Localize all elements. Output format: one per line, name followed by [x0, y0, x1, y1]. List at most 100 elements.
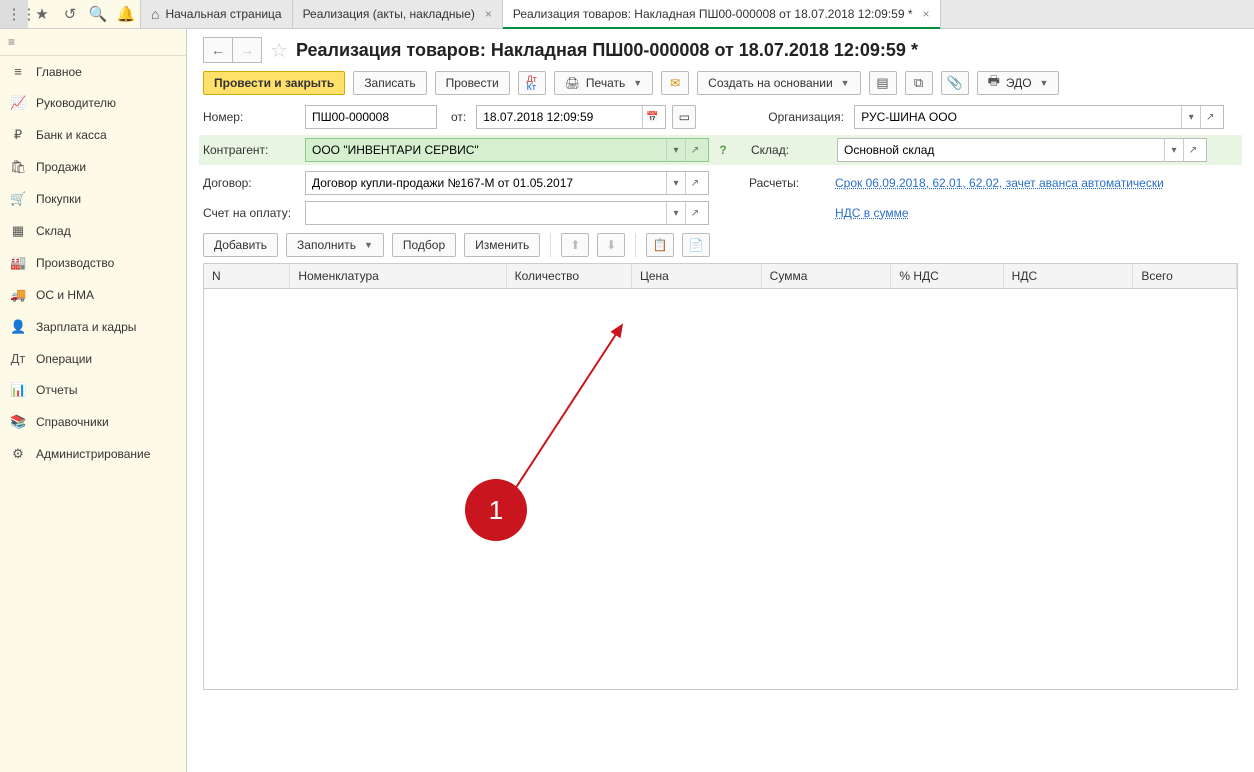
- bell-icon[interactable]: 🔔: [112, 0, 140, 28]
- sidebar-item[interactable]: ▦Склад: [0, 215, 186, 247]
- email-button[interactable]: ✉: [661, 71, 689, 95]
- open-icon[interactable]: ↗: [685, 139, 704, 161]
- sidebar-icon: 📈: [10, 95, 26, 111]
- tab-label: Реализация (акты, накладные): [303, 7, 475, 21]
- sidebar-icon: 📊: [10, 382, 26, 398]
- sidebar-item[interactable]: 📈Руководителю: [0, 87, 186, 119]
- org-input[interactable]: ▾↗: [854, 105, 1224, 129]
- open-icon[interactable]: ↗: [685, 202, 704, 224]
- sidebar-label: Справочники: [36, 415, 109, 429]
- search-icon[interactable]: 🔍: [84, 0, 112, 28]
- table-col[interactable]: Номенклатура: [290, 264, 506, 288]
- table-col[interactable]: % НДС: [891, 264, 1003, 288]
- tabs: ⌂Начальная страницаРеализация (акты, нак…: [141, 0, 941, 28]
- sidebar-item[interactable]: 🛒Покупки: [0, 183, 186, 215]
- save-button[interactable]: Записать: [353, 71, 426, 95]
- table-body[interactable]: [204, 289, 1237, 689]
- from-label: от:: [451, 110, 466, 124]
- raschety-link[interactable]: Срок 06.09.2018, 62.01, 62.02, зачет ава…: [835, 176, 1164, 190]
- tab[interactable]: ⌂Начальная страница: [141, 0, 293, 28]
- sidebar-item[interactable]: ≡Главное: [0, 56, 186, 87]
- date-input[interactable]: 📅: [476, 105, 666, 129]
- sidebar-item[interactable]: ДтОперации: [0, 343, 186, 374]
- nds-link[interactable]: НДС в сумме: [835, 206, 909, 220]
- calendar-icon[interactable]: 📅: [642, 106, 661, 128]
- table-col[interactable]: Цена: [632, 264, 762, 288]
- org-label: Организация:: [768, 110, 848, 124]
- table-col[interactable]: Сумма: [762, 264, 892, 288]
- history-icon[interactable]: ↺: [56, 0, 84, 28]
- attach-button[interactable]: 📎: [941, 71, 969, 95]
- tab[interactable]: Реализация (акты, накладные) ×: [293, 0, 503, 28]
- edo-icon: 🖶: [988, 72, 1000, 94]
- back-button[interactable]: ←: [203, 37, 233, 63]
- tab[interactable]: Реализация товаров: Накладная ПШ00-00000…: [503, 0, 941, 28]
- star-icon[interactable]: ★: [28, 0, 56, 28]
- sklad-label: Склад:: [751, 143, 831, 157]
- sidebar-item[interactable]: ⚙Администрирование: [0, 438, 186, 470]
- sidebar-item[interactable]: 👤Зарплата и кадры: [0, 311, 186, 343]
- form: Номер: от: 📅 ▭ Организация: ▾↗ Контраген…: [203, 105, 1238, 225]
- sidebar-item[interactable]: 🚚ОС и НМА: [0, 279, 186, 311]
- sidebar-item[interactable]: ₽ Банк и касса: [0, 119, 186, 151]
- list-button[interactable]: ▤: [869, 71, 897, 95]
- fill-button[interactable]: Заполнить▼: [286, 233, 384, 257]
- paste-button[interactable]: 📄: [682, 233, 710, 257]
- table-col[interactable]: Количество: [507, 264, 632, 288]
- close-icon[interactable]: ×: [923, 7, 930, 21]
- create-based-button[interactable]: Создать на основании▼: [697, 71, 860, 95]
- pick-button[interactable]: Подбор: [392, 233, 456, 257]
- dropdown-icon[interactable]: ▾: [666, 139, 685, 161]
- help-icon[interactable]: ?: [715, 139, 731, 161]
- contragent-input[interactable]: ▾↗: [305, 138, 709, 162]
- dropdown-icon[interactable]: ▾: [1181, 106, 1200, 128]
- table-header: NНоменклатураКоличествоЦенаСумма% НДСНДС…: [204, 264, 1237, 289]
- table-col[interactable]: Всего: [1133, 264, 1237, 288]
- envelope-icon: ✉: [670, 76, 680, 90]
- edo-button[interactable]: 🖶ЭДО▼: [977, 71, 1060, 95]
- dropdown-icon[interactable]: ▾: [666, 202, 685, 224]
- doc-icon-button[interactable]: ▭: [672, 105, 696, 129]
- open-icon[interactable]: ↗: [1200, 106, 1219, 128]
- sidebar-label: Покупки: [36, 192, 81, 206]
- dogovor-input[interactable]: ▾↗: [305, 171, 709, 195]
- dropdown-icon[interactable]: ▾: [666, 172, 685, 194]
- post-and-close-button[interactable]: Провести и закрыть: [203, 71, 345, 95]
- forward-button[interactable]: →: [233, 37, 262, 63]
- table-col[interactable]: N: [204, 264, 290, 288]
- table-col[interactable]: НДС: [1004, 264, 1134, 288]
- change-button[interactable]: Изменить: [464, 233, 540, 257]
- open-icon[interactable]: ↗: [1183, 139, 1202, 161]
- sidebar-item[interactable]: 🛍Продажи: [0, 151, 186, 183]
- dropdown-icon[interactable]: ▾: [1164, 139, 1183, 161]
- move-up-button[interactable]: ⬆: [561, 233, 589, 257]
- sidebar-toggle[interactable]: ≡: [0, 29, 186, 56]
- post-button[interactable]: Провести: [435, 71, 510, 95]
- sidebar-label: Банк и касса: [36, 128, 107, 142]
- close-icon[interactable]: ×: [485, 7, 492, 21]
- apps-icon[interactable]: ⋮⋮⋮: [0, 0, 28, 28]
- struct-icon: ⧉: [914, 75, 923, 91]
- sidebar-icon: ₽: [10, 127, 26, 143]
- move-down-button[interactable]: ⬇: [597, 233, 625, 257]
- open-icon[interactable]: ↗: [685, 172, 704, 194]
- sidebar-item[interactable]: 🏭Производство: [0, 247, 186, 279]
- sidebar-label: Операции: [36, 352, 92, 366]
- sidebar-icon: 🚚: [10, 287, 26, 303]
- sidebar-item[interactable]: 📚 Справочники: [0, 406, 186, 438]
- sidebar-label: Отчеты: [36, 383, 77, 397]
- sidebar-icon: 📚: [10, 414, 26, 430]
- schet-input[interactable]: ▾↗: [305, 201, 709, 225]
- sklad-input[interactable]: ▾↗: [837, 138, 1207, 162]
- print-button[interactable]: 🖨Печать▼: [554, 71, 653, 95]
- number-input[interactable]: [305, 105, 437, 129]
- related-button[interactable]: ⧉: [905, 71, 933, 95]
- tab-label: Начальная страница: [165, 7, 281, 21]
- copy-button[interactable]: 📋: [646, 233, 674, 257]
- dtkt-button[interactable]: ДтКт: [518, 71, 546, 95]
- table-actions: Добавить Заполнить▼ Подбор Изменить ⬆ ⬇ …: [203, 233, 1238, 257]
- printer-icon: 🖨: [565, 76, 580, 90]
- sidebar-item[interactable]: 📊 Отчеты: [0, 374, 186, 406]
- add-button[interactable]: Добавить: [203, 233, 278, 257]
- favorite-icon[interactable]: ☆: [270, 38, 288, 63]
